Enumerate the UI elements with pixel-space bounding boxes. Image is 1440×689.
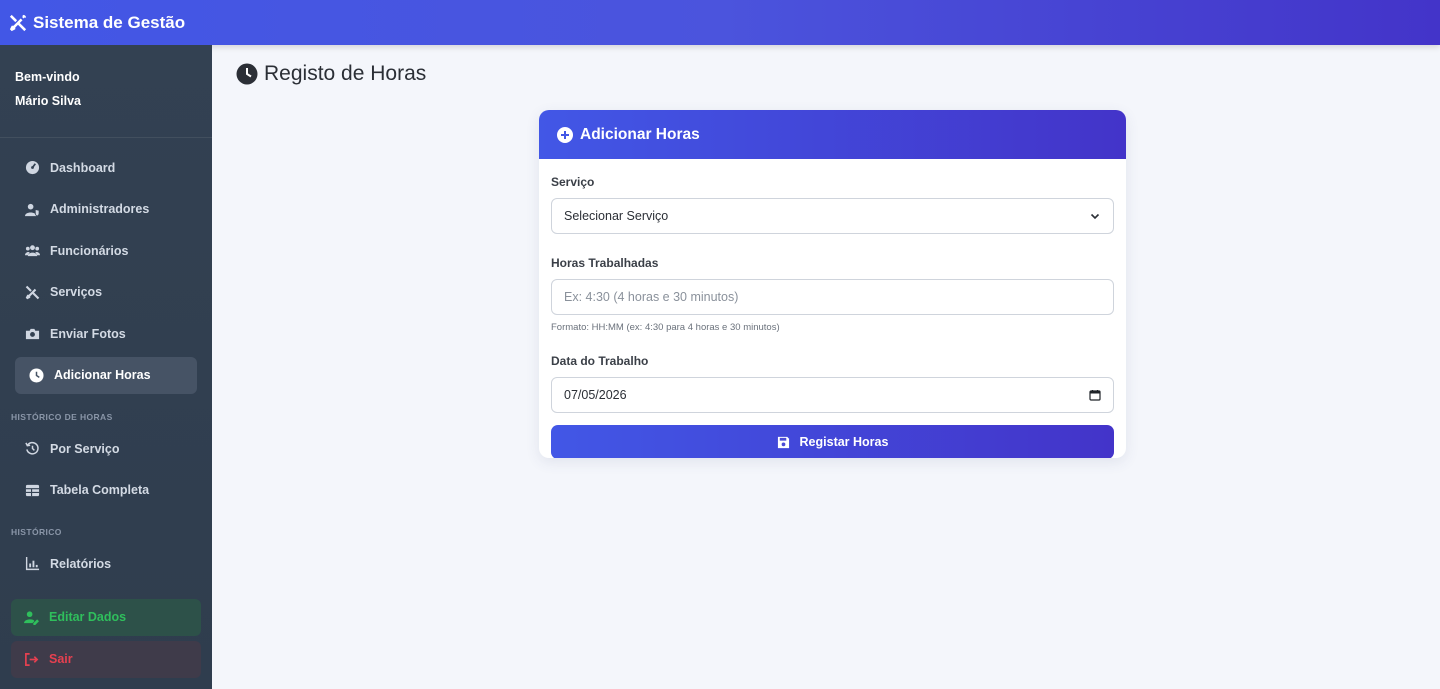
sidebar-item-dashboard[interactable]: Dashboard — [15, 149, 197, 186]
card-title: Adicionar Horas — [580, 125, 700, 143]
gauge-icon — [25, 160, 40, 175]
sidebar-item-label: Serviços — [50, 285, 103, 299]
camera-icon — [25, 328, 40, 340]
user-edit-icon — [24, 610, 39, 625]
tools-icon — [25, 285, 40, 299]
sidebar-item-label: Dashboard — [50, 160, 116, 175]
hours-group: Horas Trabalhadas Ex: 4:30 (4 horas e 30… — [551, 256, 1114, 333]
section-label-historico: HISTÓRICO — [11, 527, 62, 537]
sidebar-item-tabela-completa[interactable]: Tabela Completa — [15, 472, 197, 509]
sidebar: Bem-vindo Mário Silva Dashboard Administ… — [0, 45, 212, 689]
clock-icon — [29, 367, 44, 383]
history-icon — [25, 441, 39, 455]
plus-circle-icon — [557, 126, 573, 143]
edit-data-label: Editar Dados — [49, 610, 127, 624]
hours-label: Horas Trabalhadas — [551, 256, 659, 270]
register-hours-label: Registar Horas — [799, 435, 889, 449]
service-group: Serviço Selecionar Serviço — [551, 175, 1114, 234]
sidebar-item-relatorios[interactable]: Relatórios — [15, 545, 197, 582]
edit-data-button[interactable]: Editar Dados — [11, 598, 201, 636]
sidebar-item-label: Relatórios — [50, 556, 112, 571]
sidebar-nav-hours: Por Serviço Tabela Completa — [0, 430, 212, 509]
date-group: Data do Trabalho 07/05/2026 — [551, 354, 1114, 413]
calendar-icon[interactable] — [1089, 389, 1101, 401]
sidebar-item-label: Administradores — [50, 202, 150, 216]
sidebar-item-funcionarios[interactable]: Funcionários — [15, 232, 197, 269]
clock-icon — [236, 63, 258, 85]
table-icon — [25, 484, 40, 496]
sidebar-item-label: Enviar Fotos — [50, 326, 126, 341]
welcome-panel: Bem-vindo Mário Silva — [0, 45, 212, 138]
top-bar: Sistema de Gestão — [0, 0, 1440, 45]
sign-out-icon — [25, 652, 39, 666]
logout-label: Sair — [49, 652, 73, 666]
user-shield-icon — [25, 203, 40, 216]
service-select-value: Selecionar Serviço — [564, 209, 669, 223]
sidebar-item-label: Funcionários — [50, 243, 129, 258]
hours-input-placeholder: Ex: 4:30 (4 horas e 30 minutos) — [564, 290, 739, 304]
welcome-text: Bem-vindo — [15, 70, 80, 84]
hours-input[interactable]: Ex: 4:30 (4 horas e 30 minutos) — [551, 279, 1114, 315]
sidebar-item-label: Por Serviço — [50, 441, 120, 456]
section-label-historico-horas: HISTÓRICO DE HORAS — [11, 412, 113, 422]
chart-icon — [25, 556, 40, 571]
page-title: Registo de Horas — [236, 62, 426, 86]
sidebar-item-por-servico[interactable]: Por Serviço — [15, 430, 197, 467]
sidebar-item-label: Adicionar Horas — [54, 368, 151, 382]
sidebar-nav-history: Relatórios — [0, 545, 212, 582]
sidebar-item-enviar-fotos[interactable]: Enviar Fotos — [15, 315, 197, 352]
sidebar-item-administradores[interactable]: Administradores — [15, 191, 197, 228]
date-label: Data do Trabalho — [551, 354, 649, 368]
date-input-value: 07/05/2026 — [564, 388, 627, 402]
register-hours-button[interactable]: Registar Horas — [551, 425, 1114, 458]
users-icon — [25, 245, 40, 257]
card-header: Adicionar Horas — [539, 110, 1126, 159]
tools-icon — [9, 14, 27, 31]
service-label: Serviço — [551, 175, 595, 189]
save-icon — [777, 436, 789, 448]
add-hours-card: Adicionar Horas Serviço Selecionar Servi… — [539, 110, 1126, 458]
card-body: Serviço Selecionar Serviço Horas Trabalh… — [539, 159, 1126, 458]
user-name: Mário Silva — [15, 94, 81, 108]
date-input[interactable]: 07/05/2026 — [551, 377, 1114, 413]
logout-button[interactable]: Sair — [11, 640, 201, 678]
sidebar-item-adicionar-horas[interactable]: Adicionar Horas — [15, 356, 197, 394]
brand[interactable]: Sistema de Gestão — [9, 13, 185, 33]
hours-hint: Formato: HH:MM (ex: 4:30 para 4 horas e … — [551, 322, 780, 333]
sidebar-item-servicos[interactable]: Serviços — [15, 274, 197, 311]
sidebar-item-label: Tabela Completa — [50, 483, 150, 497]
app-title: Sistema de Gestão — [33, 12, 186, 32]
sidebar-nav: Dashboard Administradores Funcionários S… — [0, 138, 212, 394]
service-select[interactable]: Selecionar Serviço — [551, 198, 1114, 234]
chevron-down-icon — [1090, 213, 1100, 220]
page-title-text: Registo de Horas — [264, 62, 427, 85]
